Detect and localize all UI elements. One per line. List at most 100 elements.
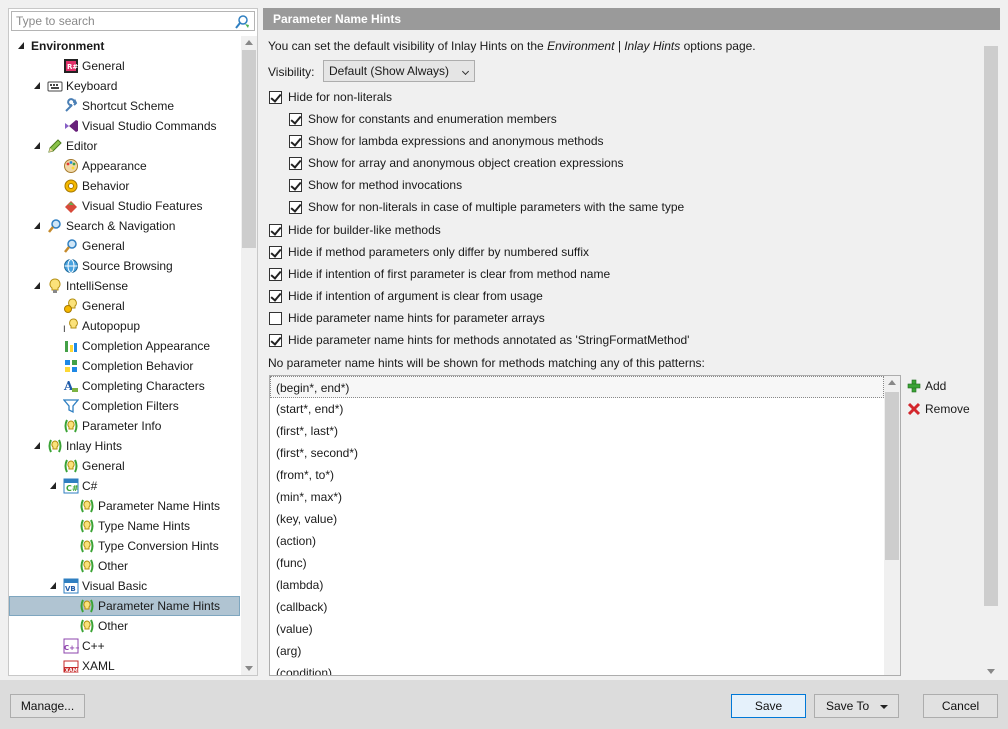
tree-item[interactable]: Parameter Name Hints <box>9 596 240 616</box>
expanded-arrow-icon[interactable] <box>33 441 43 451</box>
patterns-list[interactable]: (begin*, end*) (start*, end*) (first*, las… <box>269 375 901 676</box>
tree-item[interactable]: Completion Appearance <box>63 336 210 356</box>
tree-item[interactable]: Type Name Hints <box>79 516 190 536</box>
expanded-arrow-icon[interactable] <box>49 581 59 591</box>
option-checkbox[interactable]: Hide for builder-like methods <box>269 223 441 237</box>
pattern-list-item[interactable]: (condition) <box>276 662 332 675</box>
remove-pattern-button[interactable]: Remove <box>907 402 970 416</box>
pattern-list-item[interactable]: (begin*, end*) <box>270 376 884 398</box>
pattern-list-item[interactable]: (min*, max*) <box>276 486 342 508</box>
tree-item[interactable]: R# General <box>63 56 125 76</box>
checkbox-unchecked-icon[interactable] <box>269 311 282 325</box>
pattern-list-item[interactable]: (key, value) <box>276 508 337 530</box>
scroll-up-icon[interactable] <box>245 40 253 45</box>
tree-item[interactable]: Search & Navigation <box>33 216 175 236</box>
pattern-list-item[interactable]: (first*, last*) <box>276 420 338 442</box>
tree-item[interactable]: Completion Behavior <box>63 356 193 376</box>
option-checkbox[interactable]: Hide if intention of first parameter is … <box>269 267 610 281</box>
tree-item[interactable]: Visual Studio Commands <box>63 116 217 136</box>
save-button[interactable]: Save <box>731 694 806 718</box>
visibility-select[interactable]: Default (Show Always) <box>323 60 475 82</box>
patterns-scrollbar[interactable] <box>884 376 900 675</box>
tree-item[interactable]: VB Visual Basic <box>49 576 147 596</box>
save-to-button[interactable]: Save To <box>814 694 899 718</box>
pattern-list-item[interactable]: (arg) <box>276 640 301 662</box>
option-checkbox[interactable]: Show for non-literals in case of multipl… <box>289 200 684 214</box>
tree-item[interactable]: Other <box>79 616 128 636</box>
search-input[interactable] <box>12 12 227 30</box>
scroll-up-icon[interactable] <box>888 380 896 385</box>
expanded-arrow-icon[interactable] <box>33 221 43 231</box>
option-checkbox[interactable]: Hide parameter name hints for parameter … <box>269 311 545 325</box>
tree-item[interactable]: IntelliSense <box>33 276 128 296</box>
checkbox-checked-icon[interactable] <box>289 200 302 214</box>
checkbox-checked-icon[interactable] <box>269 267 282 281</box>
option-checkbox[interactable]: Hide if intention of argument is clear f… <box>269 289 543 303</box>
checkbox-checked-icon[interactable] <box>269 333 282 347</box>
tree-item[interactable]: Inlay Hints <box>33 436 122 456</box>
pattern-list-item[interactable]: (start*, end*) <box>276 398 343 420</box>
checkbox-checked-icon[interactable] <box>269 223 282 237</box>
checkbox-checked-icon[interactable] <box>289 156 302 170</box>
tree-item[interactable]: Other <box>79 556 128 576</box>
page-scrollbar[interactable] <box>983 30 999 676</box>
pattern-list-item[interactable]: (first*, second*) <box>276 442 358 464</box>
tree-item[interactable]: Parameter Name Hints <box>79 496 220 516</box>
tree-item[interactable]: A Completing Characters <box>63 376 205 396</box>
tree-item[interactable]: Keyboard <box>33 76 117 96</box>
pattern-list-item[interactable]: (from*, to*) <box>276 464 334 486</box>
checkbox-checked-icon[interactable] <box>289 134 302 148</box>
option-checkbox[interactable]: Show for constants and enumeration membe… <box>289 112 557 126</box>
option-checkbox[interactable]: Hide for non-literals <box>269 90 392 104</box>
tree-item[interactable]: General <box>63 296 125 316</box>
collapsed-arrow-icon[interactable] <box>49 640 59 652</box>
tree-item[interactable]: I Autopopup <box>63 316 140 336</box>
expanded-arrow-icon[interactable] <box>33 281 43 291</box>
option-checkbox[interactable]: Hide parameter name hints for methods an… <box>269 333 689 347</box>
tree-item[interactable]: C# C# <box>49 476 97 496</box>
option-checkbox[interactable]: Show for lambda expressions and anonymou… <box>289 134 604 148</box>
expanded-arrow-icon[interactable] <box>49 481 59 491</box>
expanded-arrow-icon[interactable] <box>33 81 43 91</box>
tree-scrollbar[interactable] <box>241 36 257 675</box>
scroll-down-icon[interactable] <box>987 669 995 674</box>
tree-item[interactable]: Appearance <box>63 156 147 176</box>
tree-item[interactable]: Type Conversion Hints <box>79 536 219 556</box>
checkbox-checked-icon[interactable] <box>269 90 282 104</box>
scroll-thumb[interactable] <box>242 50 256 248</box>
search-options-icon[interactable] <box>234 14 250 33</box>
tree-item[interactable]: Editor <box>33 136 97 156</box>
tree-item[interactable]: General <box>63 236 125 256</box>
checkbox-checked-icon[interactable] <box>289 178 302 192</box>
cancel-button[interactable]: Cancel <box>923 694 998 718</box>
tree-item[interactable]: Completion Filters <box>62 396 179 416</box>
checkbox-checked-icon[interactable] <box>269 245 282 259</box>
tree-item[interactable]: Source Browsing <box>63 256 173 276</box>
tree-item[interactable]: Shortcut Scheme <box>63 96 174 116</box>
checkbox-checked-icon[interactable] <box>289 112 302 126</box>
pattern-list-item[interactable]: (lambda) <box>276 574 323 596</box>
pattern-list-item[interactable]: (action) <box>276 530 316 552</box>
pattern-list-item[interactable]: (callback) <box>276 596 327 618</box>
pattern-list-item[interactable]: (func) <box>276 552 307 574</box>
tree-item[interactable]: General <box>63 456 125 476</box>
scroll-down-icon[interactable] <box>245 666 253 671</box>
expanded-arrow-icon[interactable] <box>33 141 43 151</box>
tree-item[interactable]: Parameter Info <box>63 416 161 436</box>
scroll-thumb[interactable] <box>984 46 998 606</box>
intro-link[interactable]: Environment | Inlay Hints <box>547 39 680 53</box>
tree-item[interactable]: Environment <box>17 36 104 56</box>
checkbox-checked-icon[interactable] <box>269 289 282 303</box>
tree-item[interactable]: XAMLXAML <box>63 656 115 675</box>
tree-item[interactable]: Behavior <box>63 176 129 196</box>
option-checkbox[interactable]: Hide if method parameters only differ by… <box>269 245 589 259</box>
option-checkbox[interactable]: Show for method invocations <box>289 178 462 192</box>
add-pattern-button[interactable]: Add <box>907 379 946 393</box>
tree-item[interactable]: Visual Studio Features <box>63 196 203 216</box>
manage-button[interactable]: Manage... <box>10 694 85 718</box>
scroll-thumb[interactable] <box>885 392 899 560</box>
option-checkbox[interactable]: Show for array and anonymous object crea… <box>289 156 624 170</box>
pattern-list-item[interactable]: (value) <box>276 618 313 640</box>
tree-item[interactable]: C++ C++ <box>49 636 105 656</box>
expanded-arrow-icon[interactable] <box>17 41 27 51</box>
